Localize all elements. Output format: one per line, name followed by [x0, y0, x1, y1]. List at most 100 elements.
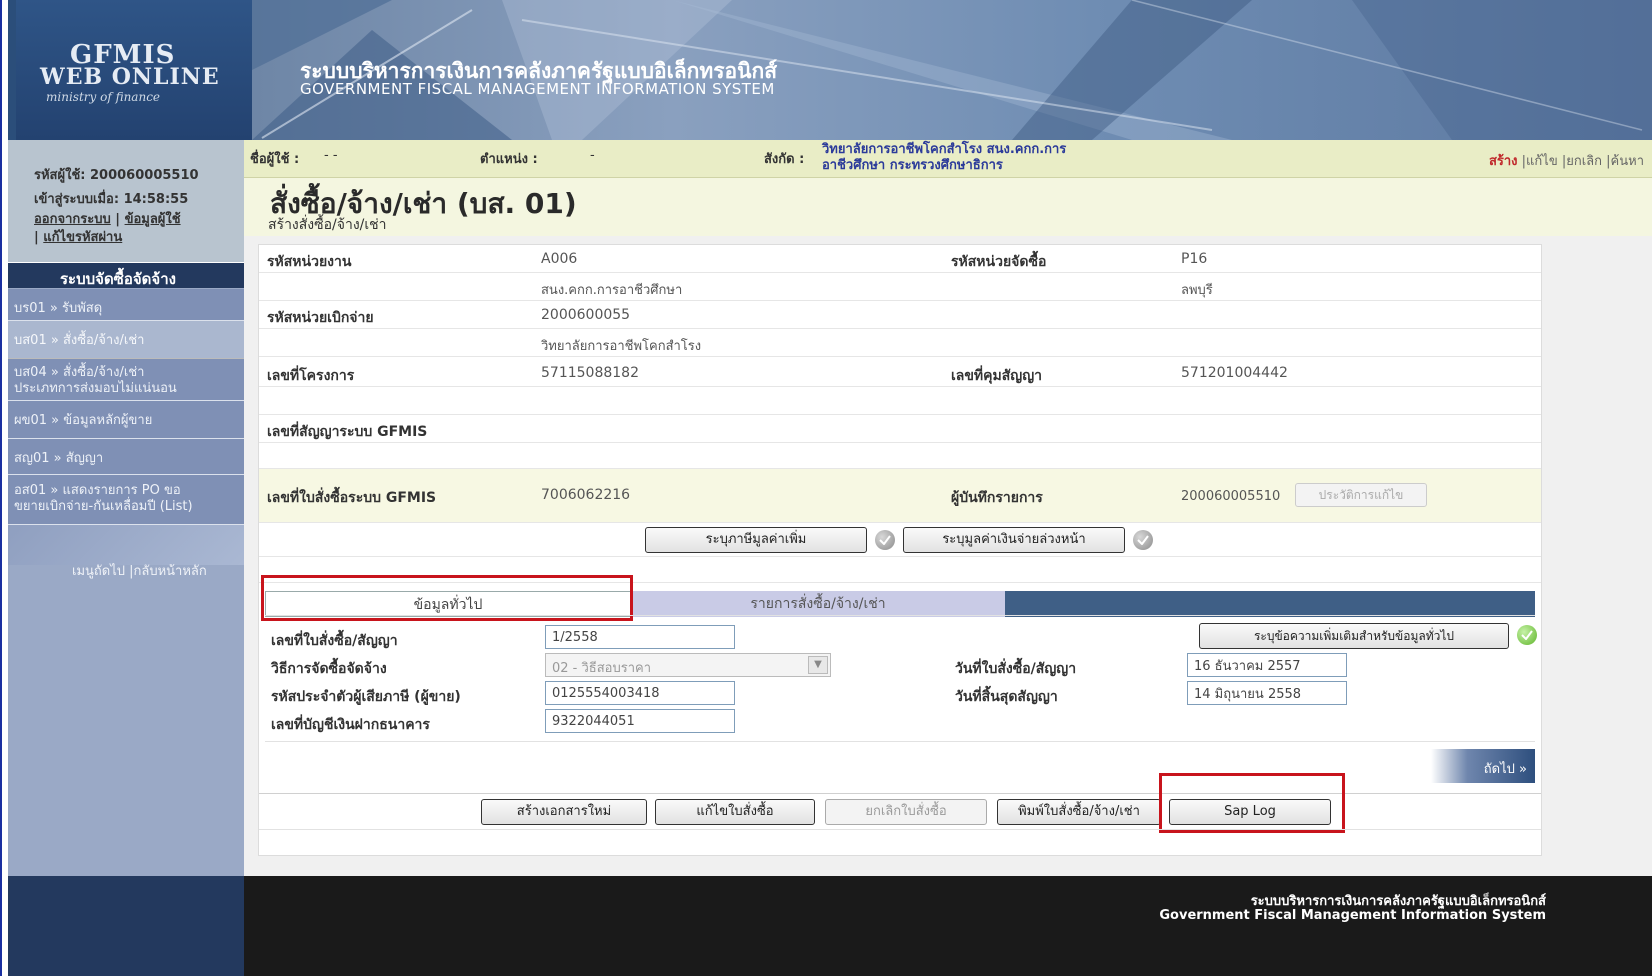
cancel-po-button[interactable]: ยกเลิกใบสั่งซื้อ: [825, 799, 987, 825]
sidebar: รหัสผู้ใช้: 200060005510 เข้าสู่ระบบเมื่…: [8, 140, 244, 876]
agency-label: สังกัด :: [764, 152, 805, 167]
chevron-down-icon: ▼: [808, 656, 828, 674]
position-label: ตำแหน่ง :: [480, 152, 538, 167]
recorder-value: 200060005510: [1181, 489, 1281, 504]
menu-footer-decoration: [8, 525, 244, 565]
method-select[interactable]: 02 - วิธีสอบราคา ▼: [545, 653, 831, 677]
tab-items[interactable]: รายการสั่งซื้อ/จ้าง/เช่า: [631, 591, 1005, 617]
separator: |: [1517, 154, 1527, 169]
tax-id-input[interactable]: [545, 681, 735, 705]
agency-line2: อาชีวศึกษา กระทรวงศึกษาธิการ: [822, 158, 1003, 173]
logo-line3: ministry of finance: [46, 90, 161, 104]
po-date-input[interactable]: [1187, 653, 1347, 677]
highlight-sap-log: [1159, 773, 1345, 833]
divider: [265, 615, 1535, 616]
search-link[interactable]: ค้นหา: [1611, 154, 1644, 169]
recorder-label: ผู้บันทึกรายการ: [951, 490, 1043, 506]
end-date-input[interactable]: [1187, 681, 1347, 705]
edit-link[interactable]: แก้ไข: [1526, 154, 1558, 169]
sidebar-item-label: อส01 » แสดงรายการ PO ขอ: [14, 483, 181, 498]
title-bar: สั่งซื้อ/จ้าง/เช่า (บส. 01) สร้างสั่งซื้…: [244, 178, 1652, 236]
link-separator: |: [34, 230, 44, 245]
control-value: 571201004442: [1181, 365, 1288, 381]
create-link[interactable]: สร้าง: [1489, 154, 1518, 169]
dept-code-value: A006: [541, 251, 578, 267]
separator: |: [1602, 154, 1611, 169]
dept-name: สนง.คกก.การอาชีวศึกษา: [541, 283, 683, 298]
separator: |: [1557, 154, 1567, 169]
project-label: เลขที่โครงการ: [267, 368, 355, 384]
gf-po-label: เลขที่ใบสั่งซื้อระบบ GFMIS: [267, 490, 437, 506]
sidebar-item-vendor[interactable]: ผข01 » ข้อมูลหลักผู้ขาย: [8, 401, 244, 439]
purchase-unit-name: ลพบุรี: [1181, 283, 1213, 298]
divider: [265, 741, 1535, 742]
check-icon: [1517, 625, 1537, 645]
new-document-button[interactable]: สร้างเอกสารใหม่: [481, 799, 647, 825]
project-value: 57115088182: [541, 365, 639, 381]
disb-unit-label: รหัสหน่วยเบิกจ่าย: [267, 310, 374, 326]
cancel-link[interactable]: ยกเลิก: [1566, 154, 1602, 169]
history-button[interactable]: ประวัติการแก้ไข: [1295, 483, 1427, 507]
sidebar-item-purchase-order[interactable]: บส01 » สั่งซื้อ/จ้าง/เช่า: [8, 321, 244, 359]
po-no-input[interactable]: [545, 625, 735, 649]
row-gf-po: เลขที่ใบสั่งซื้อระบบ GFMIS 7006062216 ผู…: [259, 469, 1541, 523]
po-date-label: วันที่ใบสั่งซื้อ/สัญญา: [955, 661, 1077, 677]
form-panel: รหัสหน่วยงาน A006 รหัสหน่วยจัดซื้อ P16 ส…: [258, 244, 1542, 856]
sidebar-item-receive[interactable]: บร01 » รับพัสดุ: [8, 289, 244, 321]
row-dept: รหัสหน่วยงาน A006 รหัสหน่วยจัดซื้อ P16: [259, 245, 1541, 273]
row-project: เลขที่โครงการ 57115088182 เลขที่คุมสัญญา…: [259, 357, 1541, 387]
method-label: วิธีการจัดซื้อจัดจ้าง: [271, 661, 387, 677]
disb-unit-name: วิทยาลัยการอาชีพโคกสำโรง: [541, 339, 702, 354]
gf-po-value: 7006062216: [541, 487, 631, 503]
login-time: เข้าสู่ระบบเมื่อ: 14:58:55: [34, 192, 189, 207]
check-icon: [875, 530, 895, 550]
user-info-box: รหัสผู้ใช้: 200060005510 เข้าสู่ระบบเมื่…: [8, 140, 244, 262]
divider: [259, 829, 1541, 830]
position-value: -: [590, 148, 595, 163]
sidebar-item-label: ประเภทการส่งมอบไม่แน่นอน: [14, 381, 177, 396]
menu-heading: ระบบจัดซื้อจัดจ้าง: [8, 262, 244, 288]
bank-account-label: เลขที่บัญชีเงินฝากธนาคาร: [271, 717, 430, 733]
page-frame: GFMIS WEB ONLINE ministry of finance ระบ…: [0, 0, 1652, 976]
end-date-label: วันที่สิ้นสุดสัญญา: [955, 689, 1058, 705]
header-banner: ระบบบริหารการเงินการคลังภาครัฐแบบอิเล็กท…: [252, 0, 1652, 140]
extra-info-button[interactable]: ระบุข้อความเพิ่มเติมสำหรับข้อมูลทั่วไป: [1199, 623, 1509, 649]
menu-footer-links[interactable]: เมนูถัดไป |กลับหน้าหลัก: [72, 560, 207, 581]
print-po-button[interactable]: พิมพ์ใบสั่งซื้อ/จ้าง/เช่า: [997, 799, 1161, 825]
logo-line2: WEB ONLINE: [40, 64, 220, 90]
tax-id-label: รหัสประจำตัวผู้เสียภาษี (ผู้ขาย): [271, 689, 461, 705]
change-password-link[interactable]: แก้ไขรหัสผ่าน: [43, 230, 122, 245]
divider: [259, 793, 1541, 794]
advance-payment-button[interactable]: ระบุมูลค่าเงินจ่ายล่วงหน้า: [903, 527, 1125, 553]
agency-line1: วิทยาลัยการอาชีพโคกสำโรง สนง.คกก.การ: [822, 142, 1067, 157]
next-button[interactable]: ถัดไป »: [1431, 749, 1535, 783]
system-title-english: GOVERNMENT FISCAL MANAGEMENT INFORMATION…: [300, 80, 775, 98]
po-no-label: เลขที่ใบสั่งซื้อ/สัญญา: [271, 633, 398, 649]
row-dept-name: สนง.คกก.การอาชีวศึกษา ลพบุรี: [259, 273, 1541, 301]
content-area: รหัสหน่วยงาน A006 รหัสหน่วยจัดซื้อ P16 ส…: [244, 236, 1652, 876]
row-gf-contract: เลขที่สัญญาระบบ GFMIS: [259, 415, 1541, 443]
user-info-link[interactable]: ข้อมูลผู้ใช้: [125, 212, 181, 227]
row-spacer: [259, 443, 1541, 469]
bank-account-input[interactable]: [545, 709, 735, 733]
edit-po-button[interactable]: แก้ไขใบสั่งซื้อ: [655, 799, 815, 825]
action-links: สร้าง |แก้ไข |ยกเลิก |ค้นหา: [1489, 150, 1644, 171]
sidebar-item-po-list[interactable]: อส01 » แสดงรายการ PO ขอ ขยายเบิกจ่าย-กัน…: [8, 475, 244, 525]
dept-code-label: รหัสหน่วยงาน: [267, 254, 352, 270]
method-value: 02 - วิธีสอบราคา: [552, 661, 652, 676]
disb-unit-value: 2000600055: [541, 307, 631, 323]
gfmis-logo: GFMIS WEB ONLINE ministry of finance: [16, 0, 252, 140]
sidebar-item-label: ขยายเบิกจ่าย-กันเหลื่อมปี (List): [14, 499, 193, 514]
user-id: รหัสผู้ใช้: 200060005510: [34, 168, 199, 183]
footer-title-english: Government Fiscal Management Information…: [1159, 908, 1546, 923]
sidebar-item-po-uncertain[interactable]: บส04 » สั่งซื้อ/จ้าง/เช่า ประเภทการส่งมอ…: [8, 359, 244, 401]
logout-link[interactable]: ออกจากระบบ: [34, 212, 111, 227]
purchase-unit-value: P16: [1181, 251, 1208, 267]
agency-value: วิทยาลัยการอาชีพโคกสำโรง สนง.คกก.การ อาช…: [822, 142, 1066, 174]
sidebar-item-contract[interactable]: สญ01 » สัญญา: [8, 439, 244, 475]
gf-contract-label: เลขที่สัญญาระบบ GFMIS: [267, 424, 428, 440]
page-subtitle: สร้างสั่งซื้อ/จ้าง/เช่า: [268, 217, 387, 233]
check-icon: [1133, 530, 1153, 550]
username-value: - -: [324, 148, 338, 163]
vat-button[interactable]: ระบุภาษีมูลค่าเพิ่ม: [645, 527, 867, 553]
